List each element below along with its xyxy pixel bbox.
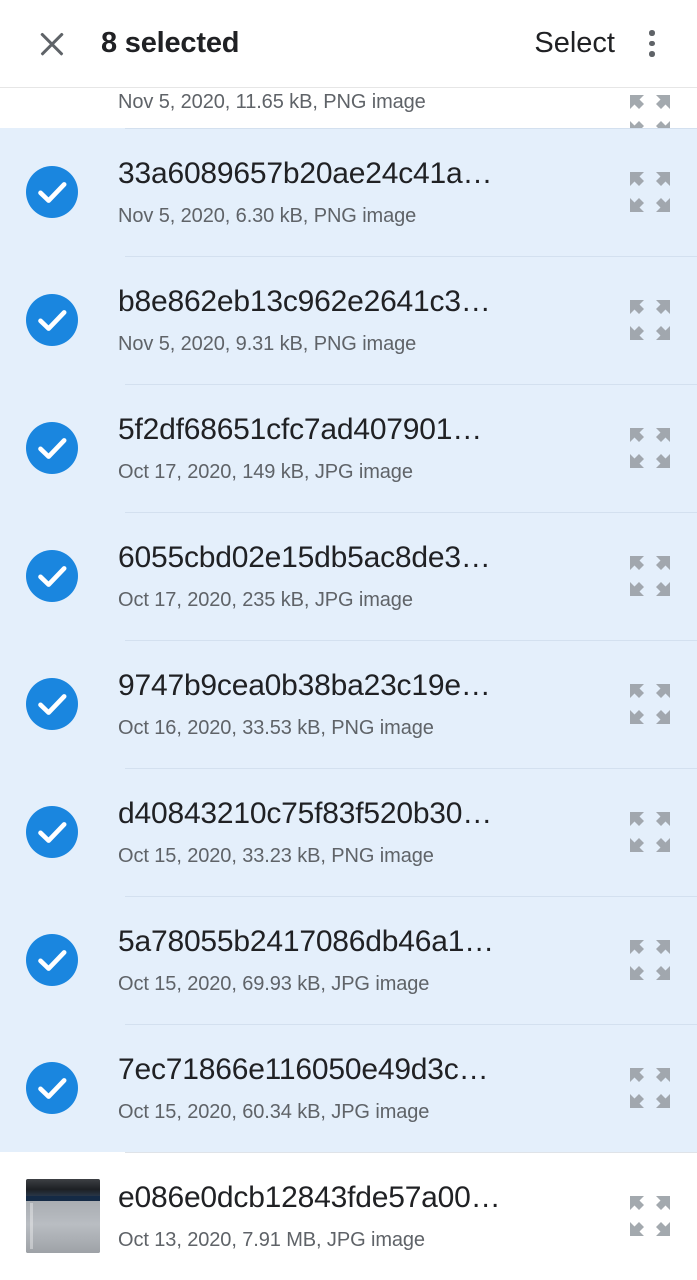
more-options-button[interactable] [629, 18, 675, 70]
expand-arrows-icon[interactable] [623, 677, 677, 731]
check-circle-icon[interactable] [26, 550, 78, 602]
row-text: 5a78055b2417086db46a1… Oct 15, 2020, 69.… [118, 923, 623, 998]
row-leading [26, 550, 100, 602]
row-divider [125, 384, 697, 385]
check-circle-icon[interactable] [26, 1062, 78, 1114]
list-item[interactable]: b8e862eb13c962e2641c3… Nov 5, 2020, 9.31… [0, 256, 697, 384]
expand-arrows-icon[interactable] [623, 933, 677, 987]
file-list[interactable]: Nov 5, 2020, 11.65 kB, PNG image 33a6089… [0, 88, 697, 1280]
close-icon [37, 29, 67, 59]
row-divider [125, 1024, 697, 1025]
row-leading [26, 422, 100, 474]
file-meta: Oct 15, 2020, 60.34 kB, JPG image [118, 1100, 430, 1123]
file-name: 33a6089657b20ae24c41a… [118, 156, 493, 190]
list-item[interactable]: 7ec71866e116050e49d3c… Oct 15, 2020, 60.… [0, 1024, 697, 1152]
list-item[interactable]: 5f2df68651cfc7ad407901… Oct 17, 2020, 14… [0, 384, 697, 512]
file-meta: Nov 5, 2020, 9.31 kB, PNG image [118, 332, 417, 355]
row-text: 6055cbd02e15db5ac8de3… Oct 17, 2020, 235… [118, 539, 623, 614]
check-circle-icon[interactable] [26, 806, 78, 858]
check-circle-icon[interactable] [26, 678, 78, 730]
row-divider [125, 768, 697, 769]
list-item[interactable]: Nov 5, 2020, 11.65 kB, PNG image [0, 88, 697, 135]
row-leading [26, 166, 100, 218]
list-item[interactable]: 33a6089657b20ae24c41a… Nov 5, 2020, 6.30… [0, 128, 697, 256]
file-meta: Oct 15, 2020, 33.23 kB, PNG image [118, 844, 434, 867]
selection-count-title: 8 selected [101, 27, 240, 59]
file-name: 6055cbd02e15db5ac8de3… [118, 540, 491, 574]
file-name: 7ec71866e116050e49d3c… [118, 1052, 489, 1086]
file-name: 5f2df68651cfc7ad407901… [118, 412, 483, 446]
row-divider [125, 256, 697, 257]
close-selection-button[interactable] [26, 18, 78, 70]
file-meta: Oct 17, 2020, 149 kB, JPG image [118, 460, 413, 483]
check-circle-icon[interactable] [26, 166, 78, 218]
file-thumbnail[interactable] [26, 1179, 100, 1253]
more-vert-icon-dot-2 [649, 40, 655, 47]
file-name: e086e0dcb12843fde57a00… [118, 1180, 501, 1214]
row-divider [125, 128, 697, 129]
row-leading [26, 1179, 100, 1253]
check-circle-icon[interactable] [26, 934, 78, 986]
row-text: e086e0dcb12843fde57a00… Oct 13, 2020, 7.… [118, 1179, 623, 1254]
expand-arrows-icon[interactable] [623, 805, 677, 859]
file-meta: Oct 17, 2020, 235 kB, JPG image [118, 588, 413, 611]
select-button[interactable]: Select [532, 21, 617, 66]
list-item[interactable]: e086e0dcb12843fde57a00… Oct 13, 2020, 7.… [0, 1152, 697, 1280]
row-text: Nov 5, 2020, 11.65 kB, PNG image [118, 88, 623, 116]
file-name: d40843210c75f83f520b30… [118, 796, 493, 830]
expand-arrows-icon[interactable] [623, 165, 677, 219]
list-item[interactable]: 5a78055b2417086db46a1… Oct 15, 2020, 69.… [0, 896, 697, 1024]
file-meta: Oct 16, 2020, 33.53 kB, PNG image [118, 716, 434, 739]
file-meta: Oct 15, 2020, 69.93 kB, JPG image [118, 972, 430, 995]
row-leading [26, 934, 100, 986]
expand-arrows-icon[interactable] [623, 293, 677, 347]
row-leading [26, 678, 100, 730]
row-leading [26, 806, 100, 858]
expand-arrows-icon[interactable] [623, 421, 677, 475]
file-meta: Nov 5, 2020, 11.65 kB, PNG image [118, 91, 426, 113]
row-text: 33a6089657b20ae24c41a… Nov 5, 2020, 6.30… [118, 155, 623, 230]
row-divider [125, 896, 697, 897]
file-meta: Oct 13, 2020, 7.91 MB, JPG image [118, 1228, 425, 1251]
row-divider [125, 640, 697, 641]
file-name: 5a78055b2417086db46a1… [118, 924, 494, 958]
row-text: b8e862eb13c962e2641c3… Nov 5, 2020, 9.31… [118, 283, 623, 358]
expand-arrows-icon[interactable] [623, 1189, 677, 1243]
more-vert-icon-dot-3 [649, 51, 655, 57]
check-circle-icon[interactable] [26, 294, 78, 346]
more-vert-icon-dot-1 [649, 30, 655, 36]
expand-arrows-icon[interactable] [623, 1061, 677, 1115]
row-text: 9747b9cea0b38ba23c19e… Oct 16, 2020, 33.… [118, 667, 623, 742]
file-name: b8e862eb13c962e2641c3… [118, 284, 491, 318]
list-item[interactable]: 9747b9cea0b38ba23c19e… Oct 16, 2020, 33.… [0, 640, 697, 768]
row-divider [125, 512, 697, 513]
expand-arrows-icon[interactable] [623, 549, 677, 603]
list-item[interactable]: d40843210c75f83f520b30… Oct 15, 2020, 33… [0, 768, 697, 896]
selection-action-bar: 8 selected Select [0, 0, 697, 88]
list-item[interactable]: 6055cbd02e15db5ac8de3… Oct 17, 2020, 235… [0, 512, 697, 640]
row-leading [26, 294, 100, 346]
row-text: 7ec71866e116050e49d3c… Oct 15, 2020, 60.… [118, 1051, 623, 1126]
file-name: 9747b9cea0b38ba23c19e… [118, 668, 491, 702]
row-divider [125, 1152, 697, 1153]
file-meta: Nov 5, 2020, 6.30 kB, PNG image [118, 204, 417, 227]
row-leading [26, 1062, 100, 1114]
row-text: d40843210c75f83f520b30… Oct 15, 2020, 33… [118, 795, 623, 870]
row-text: 5f2df68651cfc7ad407901… Oct 17, 2020, 14… [118, 411, 623, 486]
check-circle-icon[interactable] [26, 422, 78, 474]
